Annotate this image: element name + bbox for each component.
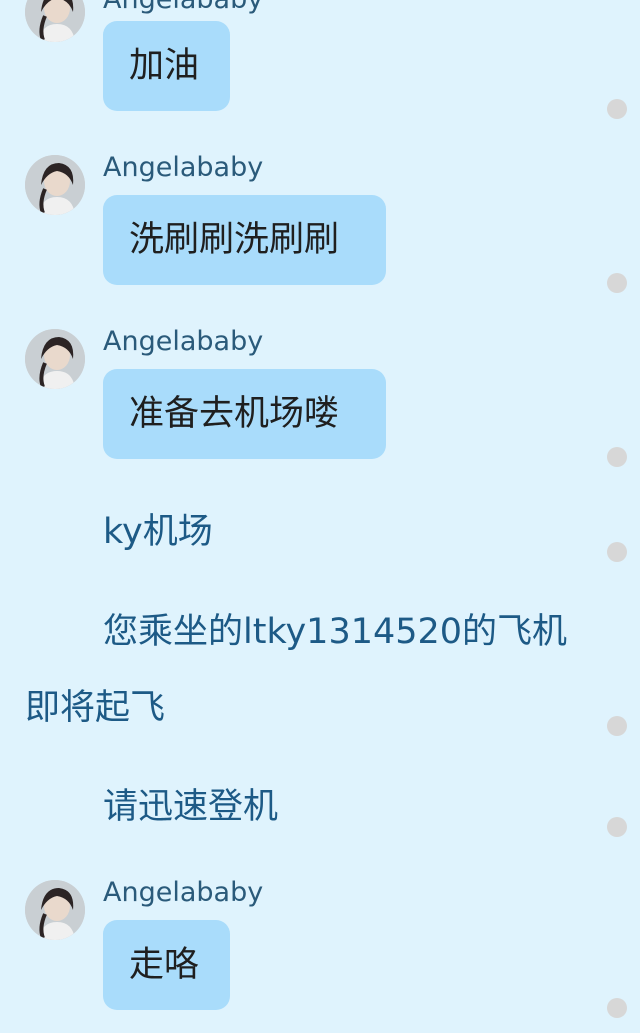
message-bubble[interactable]: 洗刷刷洗刷刷 bbox=[103, 195, 386, 285]
sender-name: Angelababy bbox=[103, 877, 264, 908]
message-text-line[interactable]: 您乘坐的ltky1314520的飞机 bbox=[103, 597, 567, 667]
message-text[interactable]: 请迅速登机 bbox=[103, 772, 278, 842]
select-circle-icon[interactable] bbox=[607, 447, 627, 467]
avatar[interactable] bbox=[25, 155, 85, 215]
message-bubble[interactable]: 准备去机场喽 bbox=[103, 369, 386, 459]
sender-name: Angelababy bbox=[103, 0, 263, 16]
select-circle-icon[interactable] bbox=[607, 273, 627, 293]
message-bubble[interactable]: 加油 bbox=[103, 21, 230, 111]
sender-name: Angelababy bbox=[103, 152, 264, 183]
sender-name: Angelababy bbox=[103, 326, 264, 357]
select-circle-icon[interactable] bbox=[607, 716, 627, 736]
select-circle-icon[interactable] bbox=[607, 817, 627, 837]
message-text[interactable]: ky机场 bbox=[103, 497, 213, 567]
avatar[interactable] bbox=[25, 329, 85, 389]
avatar[interactable] bbox=[25, 880, 85, 940]
select-circle-icon[interactable] bbox=[607, 998, 627, 1018]
avatar[interactable] bbox=[25, 0, 85, 42]
message-text-line[interactable]: 即将起飞 bbox=[25, 673, 165, 743]
select-circle-icon[interactable] bbox=[607, 542, 627, 562]
message-bubble[interactable]: 走咯 bbox=[103, 920, 230, 1010]
chat-screen: { "messages": [ {"type":"bubble","sender… bbox=[0, 0, 640, 1033]
select-circle-icon[interactable] bbox=[607, 99, 627, 119]
